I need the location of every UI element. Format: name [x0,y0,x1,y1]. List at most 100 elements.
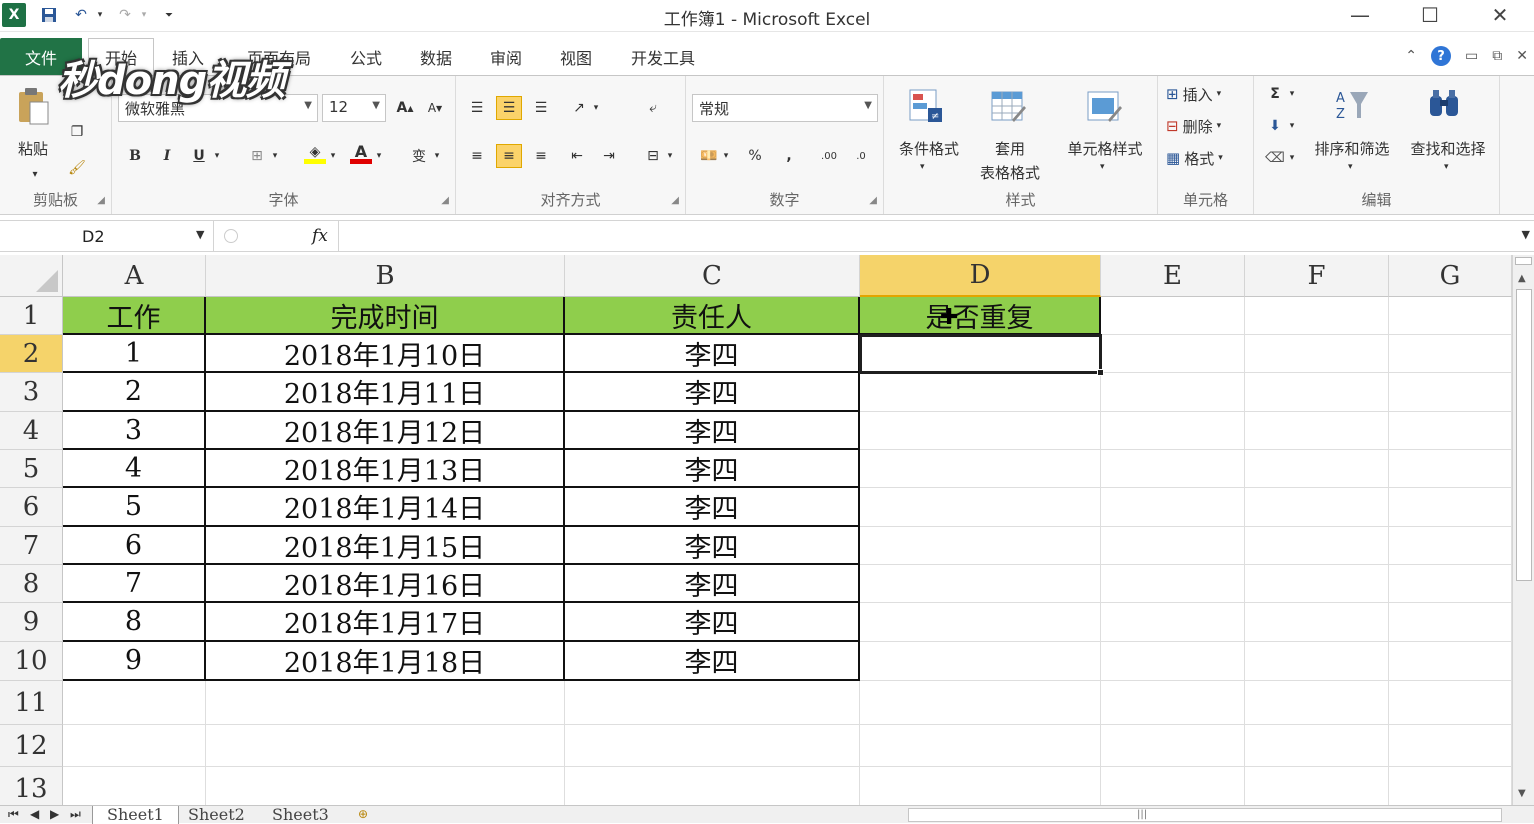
cell-b10[interactable]: 2018年1月18日 [206,642,565,681]
shrink-font-button[interactable]: A ▼ [422,96,448,120]
collapse-ribbon-icon[interactable]: ⌃ [1405,48,1417,64]
cell-f3[interactable] [1245,373,1389,412]
select-all-corner[interactable] [0,255,63,297]
cell-c6[interactable]: 李四 [565,488,860,527]
cell-b2[interactable]: 2018年1月10日 [206,335,565,373]
format-painter-icon[interactable]: 🖌 [64,156,90,180]
cell-c13[interactable] [565,767,860,805]
cell-f2[interactable] [1245,335,1389,373]
font-size-select[interactable]: 12 ▼ [322,94,386,122]
align-top-icon[interactable]: ☰ [464,96,490,120]
number-launcher-icon[interactable]: ◢ [869,195,877,206]
cell-a11[interactable] [63,681,206,725]
row-header-11[interactable]: 11 [0,681,63,725]
align-middle-icon[interactable]: ☰ [496,96,522,120]
accounting-format-icon[interactable]: 💴 [696,144,722,168]
borders-icon[interactable]: ⊞ [244,144,270,168]
row-header-4[interactable]: 4 [0,412,63,450]
cell-e2[interactable] [1101,335,1245,373]
tab-view[interactable]: 视图 [548,38,604,75]
cell-b5[interactable]: 2018年1月13日 [206,450,565,488]
cell-d6[interactable] [860,488,1101,527]
copy-icon[interactable]: ❐ [64,120,90,144]
cell-c9[interactable]: 李四 [565,603,860,642]
scroll-down-icon[interactable]: ▼ [1518,788,1526,799]
cell-g2[interactable] [1389,335,1512,373]
cell-a1[interactable]: 工作 [63,297,206,335]
cell-f1[interactable] [1245,297,1389,335]
cell-e5[interactable] [1101,450,1245,488]
sort-filter-dropdown-icon[interactable]: ▾ [1348,162,1353,172]
cell-c11[interactable] [565,681,860,725]
row-header-1[interactable]: 1 [0,297,63,335]
increase-decimal-button[interactable]: .00 [816,144,842,168]
cell-g10[interactable] [1389,642,1512,681]
clear-icon[interactable]: ⌫ [1262,146,1288,170]
font-launcher-icon[interactable]: ◢ [441,195,449,206]
align-bottom-icon[interactable]: ☰ [528,96,554,120]
cell-e6[interactable] [1101,488,1245,527]
fill-color-icon[interactable]: ◈ [302,142,328,166]
find-select-dropdown-icon[interactable]: ▾ [1444,162,1449,172]
cell-a2[interactable]: 1 [63,335,206,373]
cell-g8[interactable] [1389,565,1512,603]
borders-dropdown-icon[interactable]: ▾ [268,144,282,168]
decrease-decimal-button[interactable]: .0 [848,144,874,168]
sort-filter-button[interactable]: 排序和筛选 [1306,138,1398,159]
format-cells-button[interactable]: ▦ 格式 ▾ [1166,146,1223,170]
worksheet-grid[interactable]: ABCDEFG 1 2 3 4 5 6 7 8 9 10 11 12 13 工作 完成时间 责任人 是否重复 1… [0,255,1512,805]
cell-styles-dropdown-icon[interactable]: ▾ [1100,162,1105,172]
cell-c10[interactable]: 李四 [565,642,860,681]
tab-formulas[interactable]: 公式 [338,38,394,75]
cell-d12[interactable] [860,725,1101,767]
decrease-indent-icon[interactable]: ⇤ [564,144,590,168]
cell-d8[interactable] [860,565,1101,603]
next-sheet-icon[interactable]: ▶ [50,807,59,821]
sheet-tab-sheet1[interactable]: Sheet1 [92,806,179,824]
cell-d3[interactable] [860,373,1101,412]
cell-e13[interactable] [1101,767,1245,805]
help-icon[interactable]: ? [1431,46,1452,66]
underline-button[interactable]: U [186,144,212,168]
cell-g4[interactable] [1389,412,1512,450]
row-header-13[interactable]: 13 [0,767,63,805]
insert-function-icon[interactable]: fx [312,226,328,246]
cell-a6[interactable]: 5 [63,488,206,527]
row-header-7[interactable]: 7 [0,527,63,565]
find-select-icon[interactable] [1426,86,1464,124]
find-select-button[interactable]: 查找和选择 [1400,138,1496,159]
bold-button[interactable]: B [122,144,148,168]
sheet-tab-sheet3[interactable]: Sheet3 [258,806,343,824]
italic-button[interactable]: I [154,144,180,168]
row-header-8[interactable]: 8 [0,565,63,603]
cell-g7[interactable] [1389,527,1512,565]
cell-c1[interactable]: 责任人 [565,297,860,335]
cell-f8[interactable] [1245,565,1389,603]
column-header-c[interactable]: C [565,255,860,297]
cell-b9[interactable]: 2018年1月17日 [206,603,565,642]
row-header-9[interactable]: 9 [0,603,63,642]
cell-f12[interactable] [1245,725,1389,767]
align-left-icon[interactable]: ≡ [464,144,490,168]
tab-review[interactable]: 审阅 [478,38,534,75]
cell-c4[interactable]: 李四 [565,412,860,450]
phonetic-dropdown-icon[interactable]: ▾ [430,144,444,168]
sort-filter-icon[interactable]: AZ [1332,86,1370,124]
autosum-button[interactable]: Σ [1262,82,1288,106]
name-box[interactable]: D2 [0,221,214,252]
cell-d5[interactable] [860,450,1101,488]
last-sheet-icon[interactable]: ⏭ [70,807,81,822]
cell-f10[interactable] [1245,642,1389,681]
row-header-3[interactable]: 3 [0,373,63,412]
cell-a13[interactable] [63,767,206,805]
maximize-button[interactable]: ☐ [1406,0,1454,30]
cell-d11[interactable] [860,681,1101,725]
cell-d1[interactable]: 是否重复 [860,297,1101,335]
column-header-a[interactable]: A [63,255,206,297]
cell-e12[interactable] [1101,725,1245,767]
row-header-12[interactable]: 12 [0,725,63,767]
cell-b6[interactable]: 2018年1月14日 [206,488,565,527]
vertical-scroll-thumb[interactable] [1516,289,1532,581]
cell-f6[interactable] [1245,488,1389,527]
column-header-e[interactable]: E [1101,255,1245,297]
